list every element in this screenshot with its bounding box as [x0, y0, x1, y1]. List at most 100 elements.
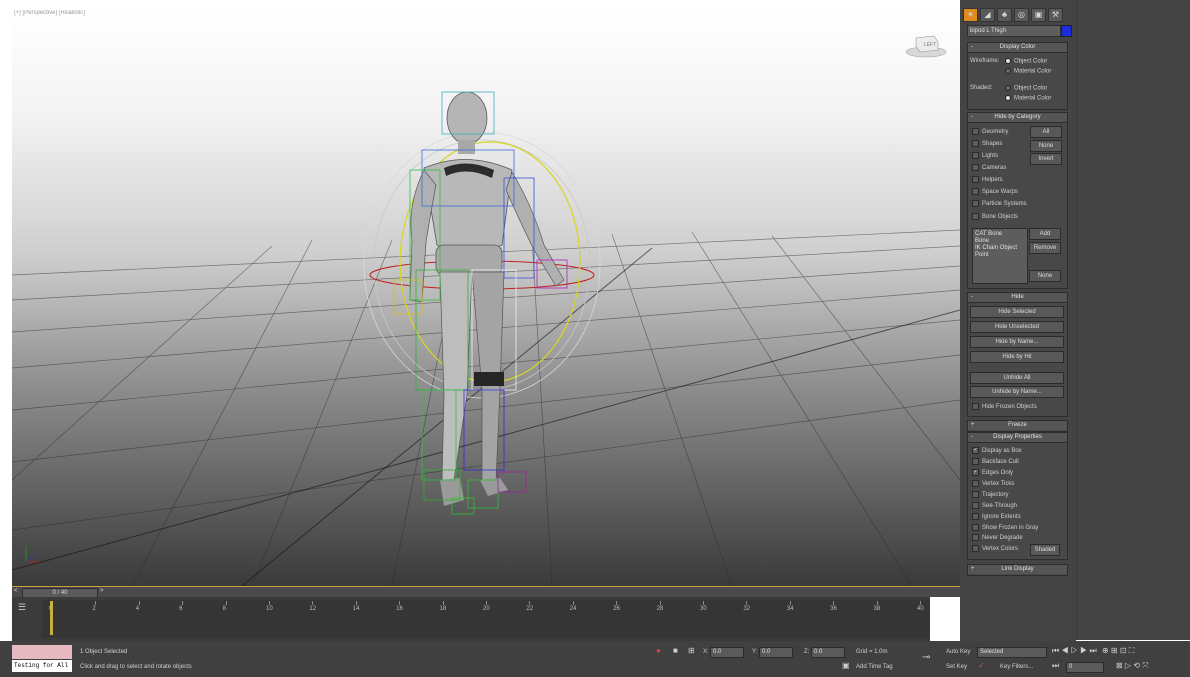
add-time-tag[interactable]: Add Time Tag [856, 664, 893, 670]
viewport-scene [12, 91, 960, 586]
category-cameras[interactable]: Cameras [972, 164, 1006, 171]
timeline-tick [659, 601, 661, 605]
shaded-object-color-radio[interactable]: Object Color [1005, 85, 1047, 92]
curve-editor-icon[interactable]: ☰ [18, 602, 26, 613]
current-frame-marker[interactable] [50, 601, 53, 635]
object-name-field[interactable]: bipod L Thigh [967, 25, 1061, 37]
see-through-checkbox[interactable]: See-Through [972, 502, 1017, 509]
hierarchy-tab-icon[interactable]: ♣ [997, 8, 1012, 22]
maxscript-listener[interactable] [12, 645, 72, 659]
y-coordinate-field[interactable]: 0.0 [759, 647, 793, 658]
list-item[interactable]: Bone [975, 238, 1025, 245]
lock-icon[interactable]: ■ [673, 646, 678, 655]
wireframe-material-color-radio[interactable]: Material Color [1005, 68, 1051, 75]
unhide-all-button[interactable]: Unhide All [970, 372, 1064, 384]
orbit-navigation-icons[interactable]: ⊠ ▷ ⟲ ⤧ [1116, 661, 1149, 671]
shaded-button[interactable]: Shaded [1030, 544, 1060, 556]
object-color-swatch[interactable] [1061, 25, 1072, 37]
category-bone-objects[interactable]: Bone Objects [972, 213, 1018, 220]
hide-by-name-button[interactable]: Hide by Name... [970, 336, 1064, 348]
timeline-tick [876, 601, 878, 605]
command-panel-tabs: ☀ ◢ ♣ ◎ ▣ ⚒ [963, 8, 1073, 22]
category-invert-button[interactable]: Invert [1030, 153, 1062, 165]
display-properties-header[interactable]: - Display Properties [968, 433, 1067, 443]
category-list[interactable]: CAT Bone Bone IK Chain Object Point [972, 228, 1028, 284]
list-item[interactable]: IK Chain Object [975, 245, 1025, 252]
time-next-button[interactable]: > [100, 588, 104, 594]
modify-tab-icon[interactable]: ◢ [980, 8, 995, 22]
category-add-button[interactable]: Add [1029, 228, 1061, 240]
unhide-by-name-button[interactable]: Unhide by Name... [970, 386, 1064, 398]
category-particle-systems[interactable]: Particle Systems [972, 200, 1027, 207]
key-icon[interactable]: ⊸ [922, 652, 930, 663]
category-geometry[interactable]: Geometry [972, 128, 1008, 135]
category-lights[interactable]: Lights [972, 152, 998, 159]
key-mode-toggle-icon[interactable]: ⏭ [1052, 661, 1059, 671]
ignore-extents-checkbox[interactable]: Ignore Extents [972, 513, 1021, 520]
shaded-material-color-radio[interactable]: Material Color [1005, 95, 1051, 102]
svg-text:LEFT: LEFT [924, 42, 936, 48]
timeline-tick-label: 30 [700, 606, 707, 612]
timeline-tick-label: 38 [873, 606, 881, 612]
x-coordinate-field[interactable]: 0.0 [710, 647, 744, 658]
vertex-ticks-checkbox[interactable]: Vertex Ticks [972, 480, 1014, 487]
key-filters-button[interactable]: Key Filters... [1000, 664, 1033, 670]
display-as-box-checkbox[interactable]: ✓ Display as Box [972, 447, 1022, 454]
time-prev-button[interactable]: < [14, 588, 18, 594]
timeline-tick-label: 18 [439, 606, 447, 612]
z-coordinate-field[interactable]: 0.0 [811, 647, 845, 658]
isolate-icon[interactable]: ● [656, 646, 661, 655]
display-color-header[interactable]: - Display Color [968, 43, 1067, 53]
motion-tab-icon[interactable]: ◎ [1014, 8, 1029, 22]
category-list-none-button[interactable]: None [1029, 270, 1061, 282]
auto-key-button[interactable]: Auto Key [946, 649, 970, 655]
never-degrade-checkbox[interactable]: Never Degrade [972, 534, 1023, 541]
trajectory-checkbox[interactable]: Trajectory [972, 491, 1008, 498]
perspective-viewport[interactable]: [+] [Perspective] [Realistic] LEFT [12, 10, 961, 587]
hide-header[interactable]: - Hide [968, 293, 1067, 303]
playback-controls-icon[interactable]: ⏮ ◀ ▷ ▶ ⏭ [1052, 646, 1097, 656]
viewcube[interactable]: LEFT [904, 32, 948, 58]
vertex-colors-checkbox[interactable]: Vertex Colors [972, 545, 1018, 552]
maxscript-input[interactable]: Testing for All [12, 660, 72, 672]
current-frame-field[interactable]: 0 [1066, 662, 1104, 673]
edges-only-checkbox[interactable]: ✓ Edges Only [972, 469, 1013, 476]
utilities-tab-icon[interactable]: ⚒ [1048, 8, 1063, 22]
list-item[interactable]: CAT Bone [975, 231, 1025, 238]
set-key-button[interactable]: Set Key [946, 664, 967, 670]
time-slider-bar [12, 587, 960, 597]
category-remove-button[interactable]: Remove [1029, 242, 1061, 254]
hide-selected-button[interactable]: Hide Selected [970, 306, 1064, 318]
absolute-mode-icon[interactable]: ⊞ [688, 646, 695, 655]
hide-unselected-button[interactable]: Hide Unselected [970, 321, 1064, 333]
time-tag-icon[interactable]: ▣ [842, 661, 850, 670]
show-frozen-in-gray-checkbox[interactable]: Show Frozen in Gray [972, 524, 1038, 531]
create-tab-icon[interactable]: ☀ [963, 8, 978, 22]
timeline-tick-label: 34 [786, 606, 794, 612]
zoom-navigation-icons[interactable]: ⊕ ⊞ ⊡ ⛶ [1102, 646, 1134, 656]
timeline-tick-label: 26 [613, 606, 620, 612]
category-space-warps[interactable]: Space Warps [972, 188, 1018, 195]
category-none-button[interactable]: None [1030, 140, 1062, 152]
key-mode-icon[interactable]: ✓ [978, 661, 985, 670]
hide-by-category-header[interactable]: - Hide by Category [968, 113, 1067, 123]
freeze-header[interactable]: + Freeze [968, 421, 1067, 430]
hide-by-hit-button[interactable]: Hide by Hit [970, 351, 1064, 363]
timeline-tick-label: 4 [135, 606, 140, 612]
timeline-tick [182, 601, 184, 605]
category-shapes[interactable]: Shapes [972, 140, 1002, 147]
freeze-rollout: + Freeze [967, 420, 1068, 432]
display-tab-icon[interactable]: ▣ [1031, 8, 1046, 22]
category-all-button[interactable]: All [1030, 126, 1062, 138]
timeline-tick [355, 601, 357, 605]
link-display-header[interactable]: + Link Display [968, 565, 1067, 574]
timeline-tick-label: 16 [396, 606, 403, 612]
list-item[interactable]: Point [975, 252, 1025, 259]
timeline-tick [616, 601, 618, 605]
selection-set-dropdown[interactable]: Selected [977, 647, 1047, 658]
wireframe-object-color-radio[interactable]: Object Color [1005, 58, 1047, 65]
grid-size: Grid = 1.0m [856, 649, 888, 655]
backface-cull-checkbox[interactable]: Backface Cull [972, 458, 1019, 465]
hide-frozen-objects-checkbox[interactable]: Hide Frozen Objects [972, 403, 1037, 410]
category-helpers[interactable]: Helpers [972, 176, 1003, 183]
